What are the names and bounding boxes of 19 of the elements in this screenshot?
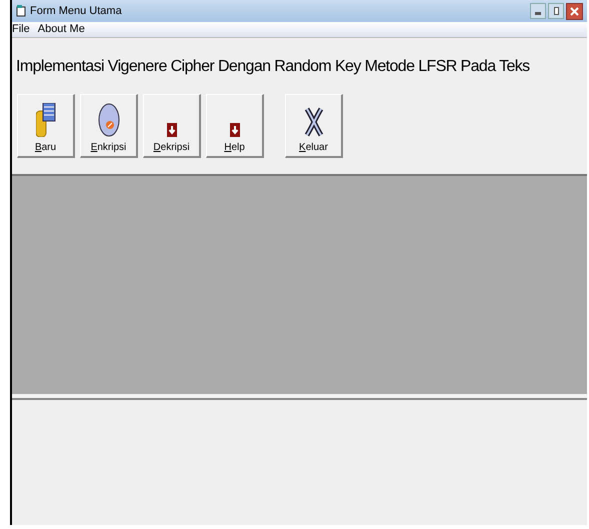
close-button[interactable] bbox=[566, 2, 583, 20]
menu-item[interactable]: About Me bbox=[38, 21, 85, 38]
globe-icon bbox=[98, 103, 120, 137]
database-icon bbox=[36, 103, 56, 137]
cross-icon bbox=[304, 107, 324, 137]
toolbar-button[interactable]: Dekripsi bbox=[143, 94, 201, 158]
toolbar-button[interactable]: Keluar bbox=[285, 94, 343, 158]
maximize-button[interactable] bbox=[548, 2, 564, 18]
toolbar-button[interactable]: Baru bbox=[17, 94, 75, 158]
heading: Implementasi Vigenere Cipher Dengan Random Key Metode LFSR Pada Teks bbox=[16, 57, 530, 77]
toolbar-button[interactable]: Help bbox=[206, 94, 264, 158]
minimize-button[interactable] bbox=[530, 2, 546, 18]
window-title: Form Menu Utama bbox=[30, 4, 122, 19]
close-icon bbox=[570, 6, 579, 16]
menu-item[interactable]: File bbox=[12, 21, 30, 38]
down-arrow-icon bbox=[166, 123, 176, 137]
down-arrow-icon bbox=[230, 123, 240, 137]
toolbar-button[interactable]: Enkripsi bbox=[80, 94, 138, 158]
window-app-icon bbox=[16, 5, 26, 17]
